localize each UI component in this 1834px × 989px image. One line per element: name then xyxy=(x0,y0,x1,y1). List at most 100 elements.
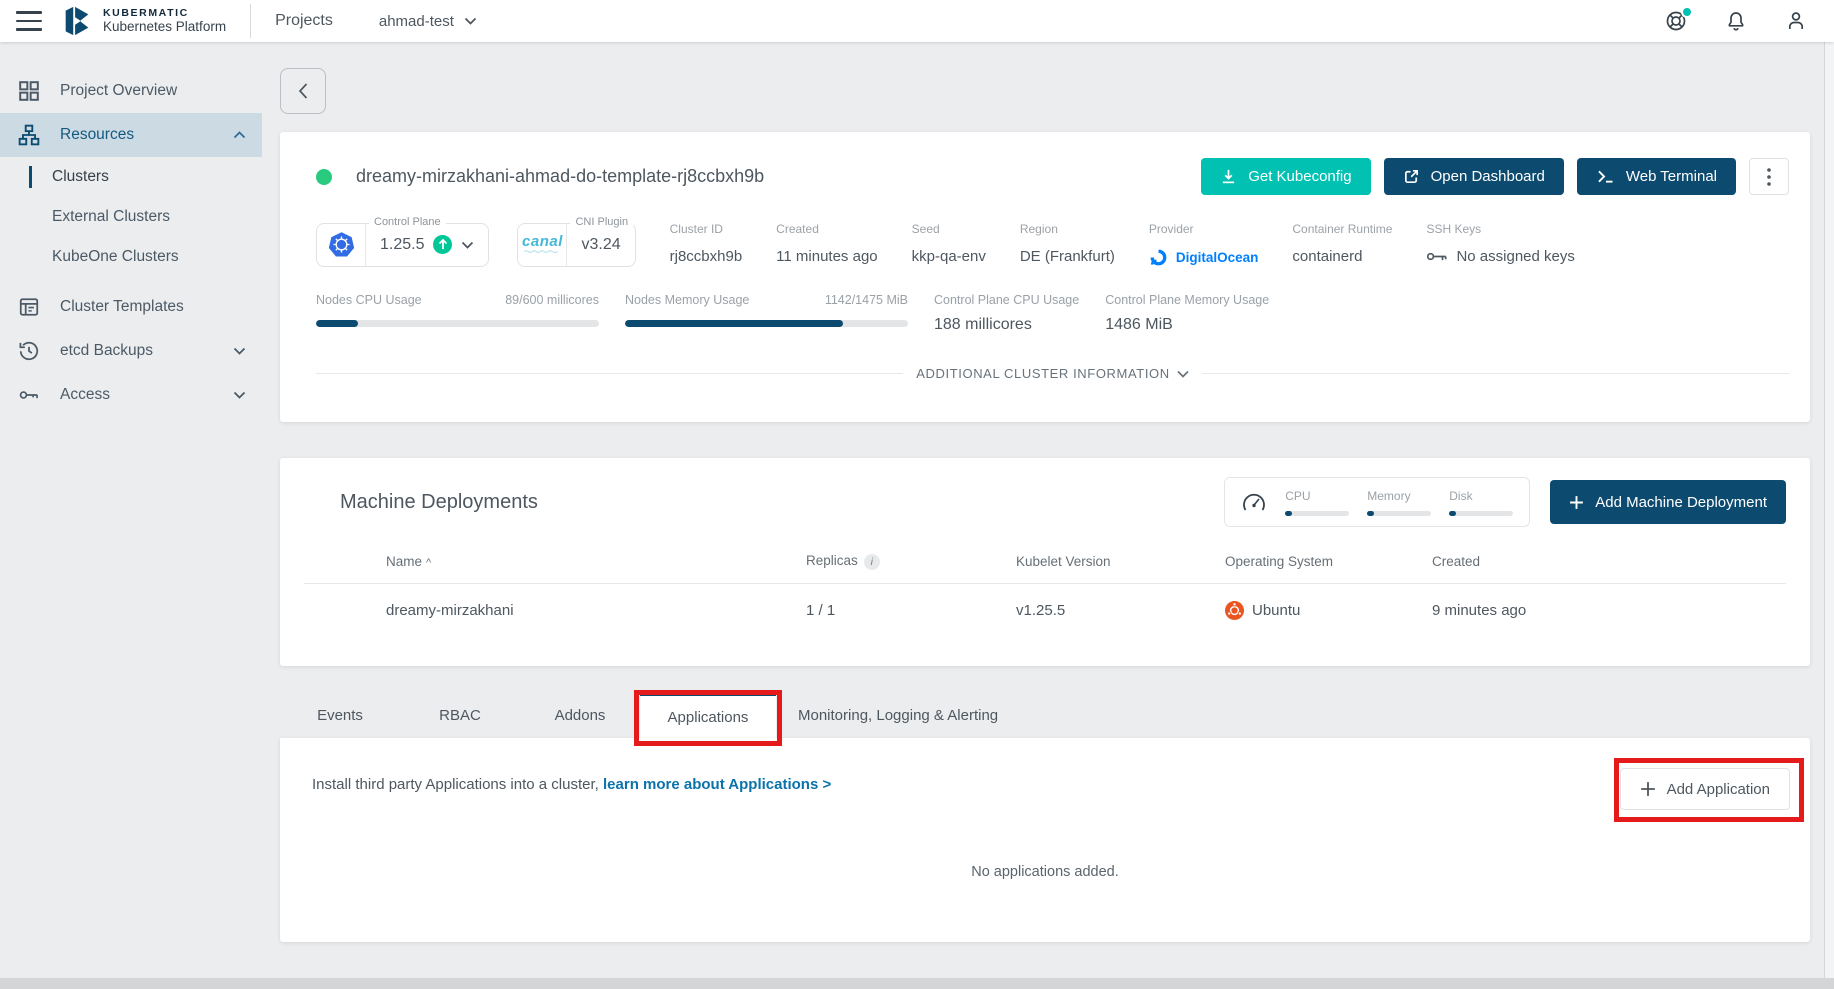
cluster-details-card: dreamy-mirzakhani-ahmad-do-template-rj8c… xyxy=(280,132,1810,422)
sidebar-item-clusters[interactable]: Clusters xyxy=(0,157,262,197)
hamburger-menu-icon[interactable] xyxy=(16,11,42,31)
sidebar-label: Clusters xyxy=(52,168,109,186)
sidebar-item-etcd-backups[interactable]: etcd Backups xyxy=(0,329,262,373)
back-button[interactable] xyxy=(280,68,326,114)
header-divider xyxy=(250,4,251,38)
sort-ascending-icon: ^ xyxy=(426,557,431,569)
machine-deployments-title: Machine Deployments xyxy=(340,491,538,514)
notification-dot xyxy=(1681,6,1693,18)
nodes-cpu-value: 89/600 millicores xyxy=(505,293,599,307)
nodes-memory-usage: Nodes Memory Usage 1142/1475 MiB xyxy=(625,293,908,327)
chevron-down-icon xyxy=(1177,370,1189,378)
sidebar-item-access[interactable]: Access xyxy=(0,373,262,417)
learn-more-applications-link[interactable]: learn more about Applications > xyxy=(603,776,831,793)
user-menu-button[interactable] xyxy=(1784,9,1808,33)
sidebar-item-resources[interactable]: Resources xyxy=(0,113,262,157)
open-dashboard-button[interactable]: Open Dashboard xyxy=(1384,158,1564,195)
additional-cluster-information-toggle[interactable]: ADDITIONAL CLUSTER INFORMATION xyxy=(316,366,1789,381)
nodes-memory-value: 1142/1475 MiB xyxy=(825,293,908,307)
seed-field: Seed kkp-qa-env xyxy=(912,222,986,267)
sidebar-item-cluster-templates[interactable]: Cluster Templates xyxy=(0,285,262,329)
column-replicas[interactable]: Replicasi xyxy=(806,553,1016,570)
resource-metrics-widget: CPU Memory Disk xyxy=(1224,477,1530,527)
upgrade-available-icon[interactable] xyxy=(433,235,452,254)
machine-deployments-table-header: Name^ Replicasi Kubelet Version Operatin… xyxy=(304,553,1786,584)
add-application-button[interactable]: Add Application xyxy=(1620,768,1790,810)
history-icon xyxy=(18,340,40,362)
column-kubelet-version[interactable]: Kubelet Version xyxy=(1016,554,1225,569)
ssh-keys-field: SSH Keys No assigned keys xyxy=(1426,222,1574,267)
digitalocean-icon xyxy=(1149,248,1168,267)
sidebar-item-external-clusters[interactable]: External Clusters xyxy=(0,197,262,237)
brand-name: KUBERMATIC xyxy=(103,7,226,19)
cluster-id-field: Cluster ID rj8ccbxh9b xyxy=(670,222,743,267)
applications-panel: Install third party Applications into a … xyxy=(280,738,1810,942)
tab-events[interactable]: Events xyxy=(280,692,400,738)
sidebar-label: Project Overview xyxy=(60,82,177,100)
container-runtime-field: Container Runtime containerd xyxy=(1292,222,1392,267)
ubuntu-icon xyxy=(1225,601,1244,620)
vertical-scrollbar[interactable] xyxy=(1824,42,1834,978)
provider-field: Provider DigitalOcean xyxy=(1149,222,1259,267)
container-runtime-value: containerd xyxy=(1292,248,1392,265)
control-plane-cpu-usage: Control Plane CPU Usage 188 millicores xyxy=(934,293,1079,334)
tab-rbac[interactable]: RBAC xyxy=(400,692,520,738)
plus-icon xyxy=(1640,781,1656,797)
sidebar-label: External Clusters xyxy=(52,208,170,226)
add-machine-deployment-button[interactable]: Add Machine Deployment xyxy=(1550,480,1786,524)
deployment-replicas: 1 / 1 xyxy=(806,602,1016,619)
control-plane-memory-usage: Control Plane Memory Usage 1486 MiB xyxy=(1105,293,1269,334)
sidebar-label: etcd Backups xyxy=(60,342,153,360)
get-kubeconfig-button[interactable]: Get Kubeconfig xyxy=(1201,158,1370,195)
web-terminal-button[interactable]: Web Terminal xyxy=(1577,158,1736,195)
user-icon xyxy=(1784,9,1808,33)
tab-addons[interactable]: Addons xyxy=(520,692,640,738)
canal-logo: canal xyxy=(522,234,563,256)
active-indicator-bar xyxy=(29,166,32,188)
disk-metric-bar xyxy=(1449,511,1455,516)
sidebar-label: KubeOne Clusters xyxy=(52,248,179,266)
machine-deployment-row[interactable]: dreamy-mirzakhani 1 / 1 v1.25.5 Ubuntu 9… xyxy=(304,584,1786,636)
column-operating-system[interactable]: Operating System xyxy=(1225,554,1432,569)
nodes-memory-bar xyxy=(625,320,843,327)
provider-value: DigitalOcean xyxy=(1176,250,1259,265)
sidebar-item-kubeone-clusters[interactable]: KubeOne Clusters xyxy=(0,237,262,277)
memory-metric-bar xyxy=(1367,511,1373,516)
info-icon: i xyxy=(864,554,880,570)
deployment-created: 9 minutes ago xyxy=(1432,602,1786,619)
sidebar-item-project-overview[interactable]: Project Overview xyxy=(0,69,262,113)
project-selector-value: ahmad-test xyxy=(379,13,454,30)
horizontal-scrollbar[interactable] xyxy=(0,978,1834,989)
control-plane-label: Control Plane xyxy=(369,216,446,228)
column-created[interactable]: Created xyxy=(1432,554,1786,569)
region-value: DE (Frankfurt) xyxy=(1020,248,1115,265)
brand-subtitle: Kubernetes Platform xyxy=(103,19,226,35)
nodes-cpu-bar xyxy=(316,320,358,327)
memory-metric: Memory xyxy=(1367,489,1431,516)
cluster-status-dot xyxy=(316,169,332,185)
notifications-button[interactable] xyxy=(1724,9,1748,33)
chevron-down-icon[interactable] xyxy=(461,241,474,249)
cluster-actions-menu-button[interactable] xyxy=(1749,158,1789,195)
empty-applications-message: No applications added. xyxy=(280,864,1810,880)
chevron-down-icon xyxy=(464,17,477,25)
cpu-metric: CPU xyxy=(1285,489,1349,516)
kubermatic-logo xyxy=(60,4,94,38)
tab-applications[interactable]: Applications xyxy=(640,692,776,738)
disk-metric: Disk xyxy=(1449,489,1513,516)
project-selector[interactable]: ahmad-test xyxy=(379,13,477,30)
control-plane-version-box: Control Plane 1.25.5 xyxy=(316,223,489,267)
tab-monitoring-logging-alerting[interactable]: Monitoring, Logging & Alerting xyxy=(776,692,1020,738)
column-name[interactable]: Name^ xyxy=(386,554,806,569)
cluster-tabs: Events RBAC Addons Applications Monitori… xyxy=(280,692,1810,738)
plus-icon xyxy=(1569,495,1584,510)
cni-version: v3.24 xyxy=(581,236,620,254)
deployment-os: Ubuntu xyxy=(1252,602,1300,619)
top-header: KUBERMATIC Kubernetes Platform Projects … xyxy=(0,0,1834,42)
machine-deployments-card: Machine Deployments CPU Memory Disk xyxy=(280,458,1810,666)
projects-link[interactable]: Projects xyxy=(275,12,333,30)
template-icon xyxy=(18,296,40,318)
region-field: Region DE (Frankfurt) xyxy=(1020,222,1115,267)
help-button[interactable] xyxy=(1664,9,1688,33)
download-icon xyxy=(1220,168,1237,185)
